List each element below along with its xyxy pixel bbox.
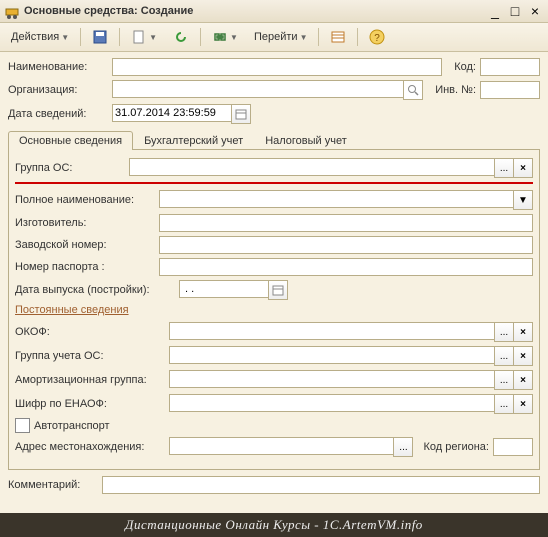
region-input[interactable] xyxy=(493,438,533,456)
passportno-label: Номер паспорта : xyxy=(15,261,155,273)
separator xyxy=(200,28,201,46)
svg-text:?: ? xyxy=(375,33,381,44)
enaof-label: Шифр по ЕНАОФ: xyxy=(15,398,165,410)
clear-icon[interactable]: × xyxy=(513,370,533,390)
app-icon xyxy=(4,3,20,19)
goto-menu[interactable]: Перейти▼ xyxy=(247,28,315,46)
region-label: Код региона: xyxy=(423,441,489,453)
tab-body: Группа ОС: ... × Полное наименование: ▼ … xyxy=(8,150,540,470)
tab-accounting[interactable]: Бухгалтерский учет xyxy=(133,131,254,150)
ellipsis-icon[interactable]: ... xyxy=(494,346,514,366)
okof-input[interactable] xyxy=(169,322,495,340)
highlight-line xyxy=(15,182,533,184)
footer-banner: Дистанционные Онлайн Курсы - 1C.ArtemVM.… xyxy=(0,513,548,537)
enaof-input[interactable] xyxy=(169,394,495,412)
maker-input[interactable] xyxy=(159,214,533,232)
comment-label: Комментарий: xyxy=(8,479,98,491)
minimize-button[interactable]: _ xyxy=(486,3,504,19)
org-input[interactable] xyxy=(112,80,404,98)
fullname-label: Полное наименование: xyxy=(15,194,155,206)
org-lookup-icon[interactable] xyxy=(403,80,423,100)
clear-icon[interactable]: × xyxy=(513,346,533,366)
separator xyxy=(119,28,120,46)
fullname-input[interactable] xyxy=(159,190,514,208)
ellipsis-icon[interactable]: ... xyxy=(494,158,514,178)
code-label: Код: xyxy=(454,61,476,73)
separator xyxy=(80,28,81,46)
form-icon[interactable] xyxy=(323,26,353,48)
passportno-input[interactable] xyxy=(159,258,533,276)
tabs: Основные сведения Бухгалтерский учет Нал… xyxy=(8,130,540,150)
tab-tax[interactable]: Налоговый учет xyxy=(254,131,358,150)
invno-input[interactable] xyxy=(480,81,540,99)
clear-icon[interactable]: × xyxy=(513,394,533,414)
clear-icon[interactable]: × xyxy=(513,158,533,178)
date-input[interactable] xyxy=(112,104,232,122)
comment-input[interactable] xyxy=(102,476,540,494)
group-os-input[interactable] xyxy=(129,158,495,176)
auto-label: Автотранспорт xyxy=(34,420,110,432)
acc-group-label: Группа учета ОС: xyxy=(15,350,165,362)
group-os-label: Группа ОС: xyxy=(15,162,125,174)
link-icon[interactable]: ▼ xyxy=(205,26,245,48)
separator xyxy=(318,28,319,46)
ellipsis-icon[interactable]: ... xyxy=(494,394,514,414)
name-input[interactable] xyxy=(112,58,442,76)
amort-group-label: Амортизационная группа: xyxy=(15,374,165,386)
auto-checkbox[interactable] xyxy=(15,418,30,433)
amort-group-input[interactable] xyxy=(169,370,495,388)
save-icon[interactable] xyxy=(85,26,115,48)
org-label: Организация: xyxy=(8,84,108,96)
calendar-icon[interactable] xyxy=(231,104,251,124)
toolbar: Действия▼ ▼ ▼ Перейти▼ ? xyxy=(0,23,548,52)
new-doc-icon[interactable]: ▼ xyxy=(124,26,164,48)
ellipsis-icon[interactable]: ... xyxy=(494,370,514,390)
window-title: Основные средства: Создание xyxy=(24,5,484,17)
okof-label: ОКОФ: xyxy=(15,326,165,338)
const-section-title: Постоянные сведения xyxy=(15,304,533,316)
ellipsis-icon[interactable]: ... xyxy=(494,322,514,342)
help-icon[interactable]: ? xyxy=(362,26,392,48)
acc-group-input[interactable] xyxy=(169,346,495,364)
content-area: Наименование: Код: Организация: Инв. №: … xyxy=(0,52,548,513)
calendar-icon[interactable] xyxy=(268,280,288,300)
factoryno-label: Заводской номер: xyxy=(15,239,155,251)
actions-menu[interactable]: Действия▼ xyxy=(4,28,76,46)
address-label: Адрес местонахождения: xyxy=(15,441,165,453)
clear-icon[interactable]: × xyxy=(513,322,533,342)
address-input[interactable] xyxy=(169,437,394,455)
dropdown-icon[interactable]: ▼ xyxy=(513,190,533,210)
titlebar: Основные средства: Создание _ □ × xyxy=(0,0,548,23)
tab-main[interactable]: Основные сведения xyxy=(8,131,133,150)
refresh-icon[interactable] xyxy=(166,26,196,48)
factoryno-input[interactable] xyxy=(159,236,533,254)
date-label: Дата сведений: xyxy=(8,108,108,120)
invno-label: Инв. №: xyxy=(435,84,476,96)
separator xyxy=(357,28,358,46)
close-button[interactable]: × xyxy=(526,3,544,19)
name-label: Наименование: xyxy=(8,61,108,73)
release-date-input[interactable] xyxy=(179,280,269,298)
release-date-label: Дата выпуска (постройки): xyxy=(15,284,175,296)
ellipsis-icon[interactable]: ... xyxy=(393,437,413,457)
code-input[interactable] xyxy=(480,58,540,76)
maker-label: Изготовитель: xyxy=(15,217,155,229)
maximize-button[interactable]: □ xyxy=(506,3,524,19)
